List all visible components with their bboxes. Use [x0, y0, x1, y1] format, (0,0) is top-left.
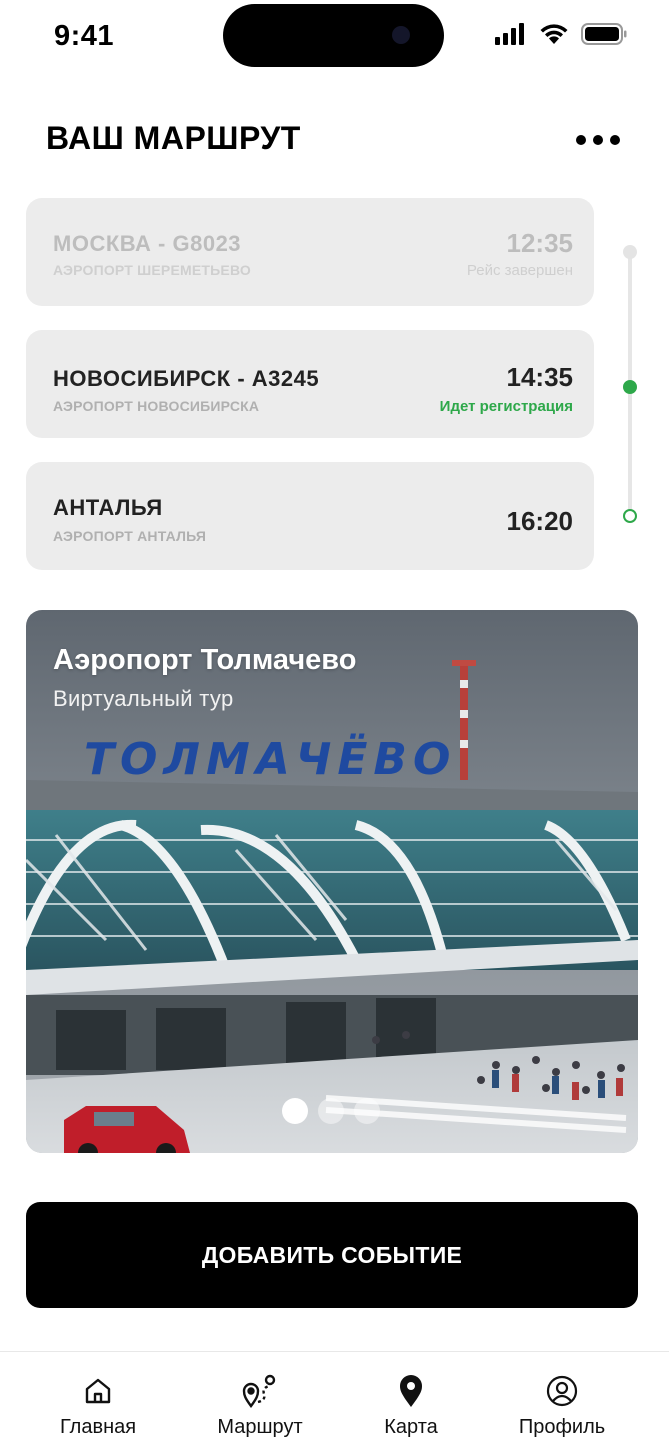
route-city: МОСКВА - G8023	[53, 231, 242, 256]
route-card-moscow[interactable]: МОСКВА - G8023 АЭРОПОРТ ШЕРЕМЕТЬЕВО 12:3…	[26, 198, 594, 306]
progress-dot-past	[623, 245, 637, 259]
route-city: АНТАЛЬЯ	[53, 495, 163, 520]
nav-item-map[interactable]: Карта	[366, 1352, 456, 1452]
route-time: 12:35	[506, 228, 574, 258]
battery-icon	[581, 23, 627, 45]
more-horizontal-icon	[576, 135, 586, 145]
more-dot	[593, 135, 603, 145]
bottom-nav: Главная Маршрут Карта Профиль	[0, 1351, 669, 1454]
progress-dot-next	[623, 509, 637, 523]
carousel-dot-2[interactable]	[318, 1098, 344, 1124]
status-icons	[495, 23, 627, 45]
more-dot	[610, 135, 620, 145]
home-icon	[83, 1374, 113, 1408]
route-city: НОВОСИБИРСК - А3245	[53, 366, 320, 391]
map-pin-icon	[398, 1374, 424, 1408]
route-status: Идет регистрация	[439, 398, 573, 415]
nav-label: Карта	[384, 1416, 438, 1438]
nav-item-profile[interactable]: Профиль	[506, 1352, 618, 1452]
carousel-pagination	[282, 1098, 380, 1124]
route-card-novosibirsk[interactable]: НОВОСИБИРСК - А3245 АЭРОПОРТ НОВОСИБИРСК…	[26, 330, 594, 438]
progress-dot-current	[623, 380, 637, 394]
nav-label: Маршрут	[217, 1416, 303, 1438]
nav-label: Главная	[59, 1416, 137, 1438]
carousel-dot-1[interactable]	[282, 1098, 308, 1124]
status-bar: 9:41	[0, 0, 669, 78]
signal-icon	[495, 23, 524, 45]
tour-title: Аэропорт Толмачево	[53, 644, 357, 676]
airport-sign-text: ТОЛМАЧЁВО	[84, 732, 456, 785]
route-time: 16:20	[506, 506, 574, 536]
route-time: 14:35	[506, 362, 574, 392]
route-airport: АЭРОПОРТ НОВОСИБИРСКА	[53, 398, 260, 414]
route-airport: АЭРОПОРТ АНТАЛЬЯ	[53, 528, 207, 544]
status-time: 9:41	[54, 20, 115, 52]
add-event-button[interactable]: ДОБАВИТЬ СОБЫТИЕ	[26, 1202, 638, 1308]
profile-icon	[546, 1374, 578, 1408]
wifi-icon	[540, 24, 568, 44]
virtual-tour-card[interactable]: ТОЛМАЧЁВО Аэропорт Толмачево Виртуальный…	[26, 610, 638, 1153]
route-status: Рейс завершен	[466, 262, 573, 279]
page-title: ВАШ МАРШРУТ	[46, 120, 301, 156]
nav-item-home[interactable]: Главная	[46, 1352, 150, 1452]
nav-item-route[interactable]: Маршрут	[204, 1352, 316, 1452]
more-options-button[interactable]	[574, 126, 622, 154]
carousel-dot-3[interactable]	[354, 1098, 380, 1124]
tour-subtitle: Виртуальный тур	[53, 686, 234, 711]
route-card-antalya[interactable]: АНТАЛЬЯ АЭРОПОРТ АНТАЛЬЯ 16:20	[26, 462, 594, 570]
route-airport: АЭРОПОРТ ШЕРЕМЕТЬЕВО	[53, 262, 251, 278]
dynamic-island	[223, 4, 444, 67]
camera-icon	[392, 26, 410, 44]
route-icon	[242, 1374, 278, 1408]
nav-label: Профиль	[518, 1416, 606, 1438]
